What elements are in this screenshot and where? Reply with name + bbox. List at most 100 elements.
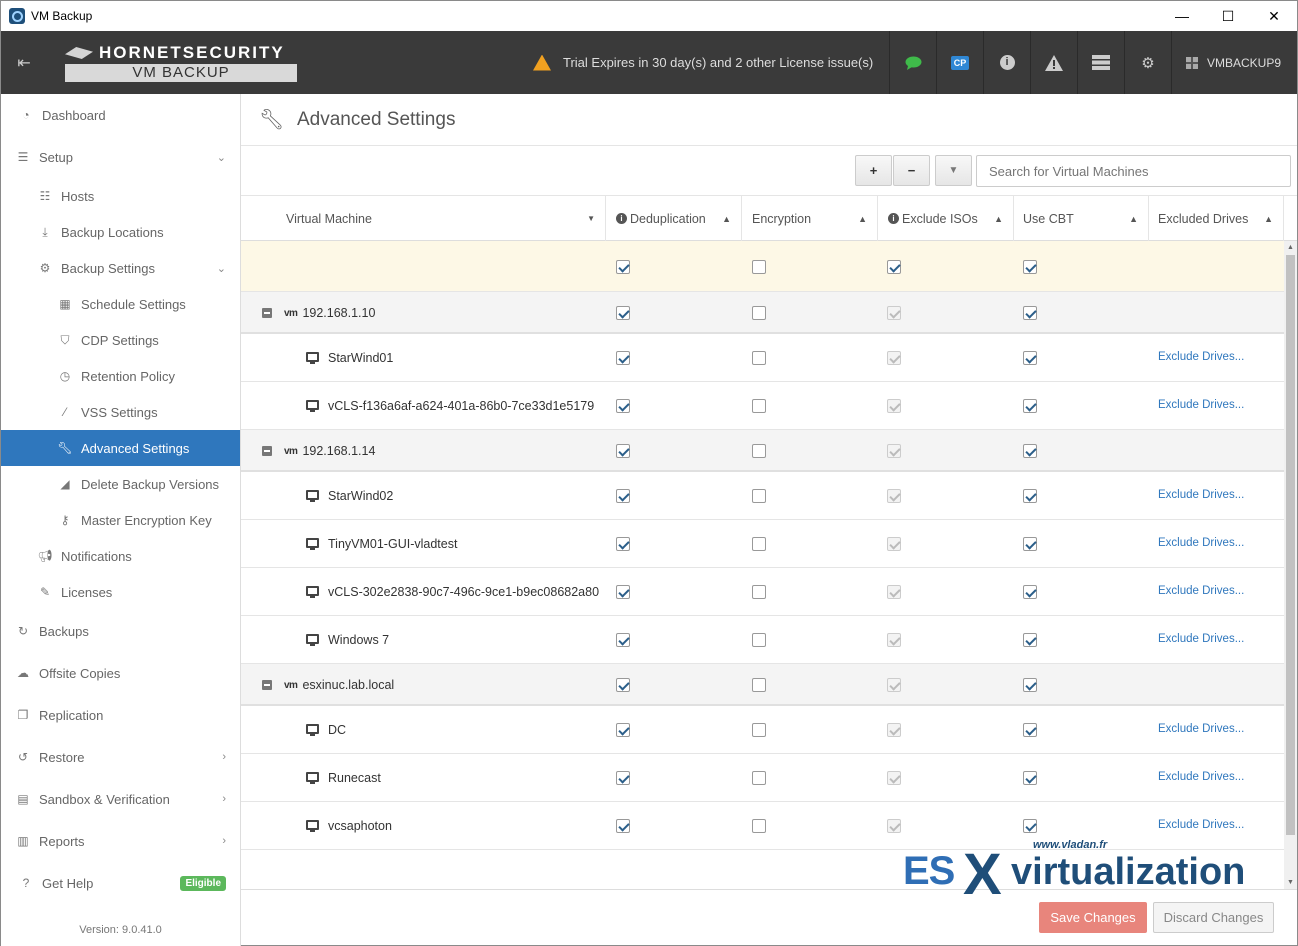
- use-cbt-checkbox[interactable]: [1023, 723, 1037, 737]
- encryption-checkbox[interactable]: [752, 444, 766, 458]
- vm-row[interactable]: StarWind01 Exclude Drives...: [241, 334, 1284, 382]
- gears-icon[interactable]: ⚙: [1124, 31, 1171, 94]
- chat-icon[interactable]: [889, 31, 936, 94]
- alert-icon[interactable]: [1030, 31, 1077, 94]
- sidebar-item-master-encryption-key[interactable]: ⚷ Master Encryption Key: [1, 505, 240, 535]
- sidebar-item-reports[interactable]: ▥ Reports ›: [1, 826, 240, 856]
- sidebar-item-backup-locations[interactable]: ⤓ Backup Locations: [1, 217, 240, 247]
- vm-row[interactable]: TinyVM01-GUI-vladtest Exclude Drives...: [241, 520, 1284, 568]
- save-changes-button[interactable]: Save Changes: [1039, 902, 1147, 933]
- sidebar-item-replication[interactable]: ❐ Replication: [1, 700, 240, 730]
- minimize-button[interactable]: —: [1159, 1, 1205, 31]
- expand-all-button[interactable]: +: [855, 155, 892, 186]
- encryption-checkbox[interactable]: [752, 585, 766, 599]
- sidebar-item-retention-policy[interactable]: ◷ Retention Policy: [1, 361, 240, 391]
- use-cbt-checkbox[interactable]: [1023, 489, 1037, 503]
- column-header-use-cbt[interactable]: Use CBT ▲: [1014, 196, 1149, 241]
- collapse-all-button[interactable]: −: [893, 155, 930, 186]
- sidebar-item-backups[interactable]: ↻ Backups: [1, 616, 240, 646]
- deduplication-checkbox[interactable]: [616, 399, 630, 413]
- exclude-drives-link[interactable]: Exclude Drives...: [1158, 771, 1244, 783]
- sidebar-item-offsite-copies[interactable]: ☁ Offsite Copies: [1, 658, 240, 688]
- sidebar-item-backup-settings[interactable]: ⚙ Backup Settings ⌄: [1, 253, 240, 283]
- deduplication-checkbox[interactable]: [616, 444, 630, 458]
- encryption-checkbox[interactable]: [752, 489, 766, 503]
- use-cbt-checkbox[interactable]: [1023, 399, 1037, 413]
- column-header-virtual-machine[interactable]: Virtual Machine ▼: [241, 196, 606, 241]
- encryption-checkbox[interactable]: [752, 399, 766, 413]
- menu-collapse-icon[interactable]: ⇤: [1, 31, 47, 94]
- exclude-drives-link[interactable]: Exclude Drives...: [1158, 537, 1244, 549]
- deduplication-checkbox[interactable]: [616, 678, 630, 692]
- filter-button[interactable]: ▼: [935, 155, 972, 186]
- filter-encryption-checkbox[interactable]: [752, 260, 766, 274]
- use-cbt-checkbox[interactable]: [1023, 678, 1037, 692]
- use-cbt-checkbox[interactable]: [1023, 351, 1037, 365]
- host-group-row[interactable]: vm 192.168.1.10: [241, 292, 1284, 334]
- info-icon[interactable]: i: [983, 31, 1030, 94]
- maximize-button[interactable]: ☐: [1205, 1, 1251, 31]
- scroll-up-icon[interactable]: ▲: [1287, 244, 1294, 251]
- deduplication-checkbox[interactable]: [616, 633, 630, 647]
- encryption-checkbox[interactable]: [752, 678, 766, 692]
- column-header-deduplication[interactable]: i Deduplication ▲: [606, 196, 742, 241]
- deduplication-checkbox[interactable]: [616, 489, 630, 503]
- vm-row[interactable]: vcsaphoton Exclude Drives...: [241, 802, 1284, 850]
- sidebar-item-sandbox-verification[interactable]: ▤ Sandbox & Verification ›: [1, 784, 240, 814]
- collapse-group-icon[interactable]: [262, 680, 272, 690]
- sidebar-item-schedule-settings[interactable]: ▦ Schedule Settings: [1, 289, 240, 319]
- exclude-drives-link[interactable]: Exclude Drives...: [1158, 489, 1244, 501]
- user-menu[interactable]: VMBACKUP9: [1171, 31, 1298, 94]
- use-cbt-checkbox[interactable]: [1023, 633, 1037, 647]
- deduplication-checkbox[interactable]: [616, 306, 630, 320]
- search-input[interactable]: [976, 155, 1291, 187]
- use-cbt-checkbox[interactable]: [1023, 444, 1037, 458]
- use-cbt-checkbox[interactable]: [1023, 771, 1037, 785]
- encryption-checkbox[interactable]: [752, 633, 766, 647]
- exclude-drives-link[interactable]: Exclude Drives...: [1158, 585, 1244, 597]
- filter-exclude-isos-checkbox[interactable]: [887, 260, 901, 274]
- host-group-row[interactable]: vm esxinuc.lab.local: [241, 664, 1284, 706]
- deduplication-checkbox[interactable]: [616, 537, 630, 551]
- use-cbt-checkbox[interactable]: [1023, 306, 1037, 320]
- host-group-row[interactable]: vm 192.168.1.14: [241, 430, 1284, 472]
- collapse-group-icon[interactable]: [262, 308, 272, 318]
- column-header-excluded-drives[interactable]: Excluded Drives ▲: [1149, 196, 1284, 241]
- sidebar-item-cdp-settings[interactable]: ⛉ CDP Settings: [1, 325, 240, 355]
- license-warning[interactable]: Trial Expires in 30 day(s) and 2 other L…: [533, 31, 873, 94]
- vm-row[interactable]: Runecast Exclude Drives...: [241, 754, 1284, 802]
- exclude-drives-link[interactable]: Exclude Drives...: [1158, 351, 1244, 363]
- encryption-checkbox[interactable]: [752, 771, 766, 785]
- encryption-checkbox[interactable]: [752, 351, 766, 365]
- server-icon[interactable]: [1077, 31, 1124, 94]
- deduplication-checkbox[interactable]: [616, 819, 630, 833]
- close-button[interactable]: ✕: [1251, 1, 1297, 31]
- sidebar-item-advanced-settings[interactable]: 🔧︎ Advanced Settings: [1, 430, 240, 466]
- column-header-encryption[interactable]: Encryption ▲: [742, 196, 878, 241]
- sidebar-item-restore[interactable]: ↺ Restore ›: [1, 742, 240, 772]
- filter-use-cbt-checkbox[interactable]: [1023, 260, 1037, 274]
- vm-row[interactable]: Windows 7 Exclude Drives...: [241, 616, 1284, 664]
- sidebar-item-get-help[interactable]: ? Get Help Eligible: [1, 868, 240, 898]
- vm-row[interactable]: StarWind02 Exclude Drives...: [241, 472, 1284, 520]
- scroll-thumb[interactable]: [1286, 255, 1295, 835]
- vm-row[interactable]: DC Exclude Drives...: [241, 706, 1284, 754]
- discard-changes-button[interactable]: Discard Changes: [1153, 902, 1274, 933]
- use-cbt-checkbox[interactable]: [1023, 537, 1037, 551]
- exclude-drives-link[interactable]: Exclude Drives...: [1158, 399, 1244, 411]
- deduplication-checkbox[interactable]: [616, 771, 630, 785]
- scroll-down-icon[interactable]: ▼: [1287, 879, 1294, 886]
- sidebar-item-notifications[interactable]: 📢︎ Notifications: [1, 541, 240, 571]
- exclude-drives-link[interactable]: Exclude Drives...: [1158, 723, 1244, 735]
- deduplication-checkbox[interactable]: [616, 585, 630, 599]
- grid-scrollbar[interactable]: ▲ ▼: [1284, 241, 1297, 889]
- vm-row[interactable]: vCLS-f136a6af-a624-401a-86b0-7ce33d1e517…: [241, 382, 1284, 430]
- sidebar-item-dashboard[interactable]: ◔ Dashboard: [1, 100, 240, 130]
- use-cbt-checkbox[interactable]: [1023, 819, 1037, 833]
- sidebar-item-delete-backup-versions[interactable]: ◢ Delete Backup Versions: [1, 469, 240, 499]
- deduplication-checkbox[interactable]: [616, 723, 630, 737]
- encryption-checkbox[interactable]: [752, 819, 766, 833]
- deduplication-checkbox[interactable]: [616, 351, 630, 365]
- exclude-drives-link[interactable]: Exclude Drives...: [1158, 819, 1244, 831]
- sidebar-item-hosts[interactable]: ☷ Hosts: [1, 181, 240, 211]
